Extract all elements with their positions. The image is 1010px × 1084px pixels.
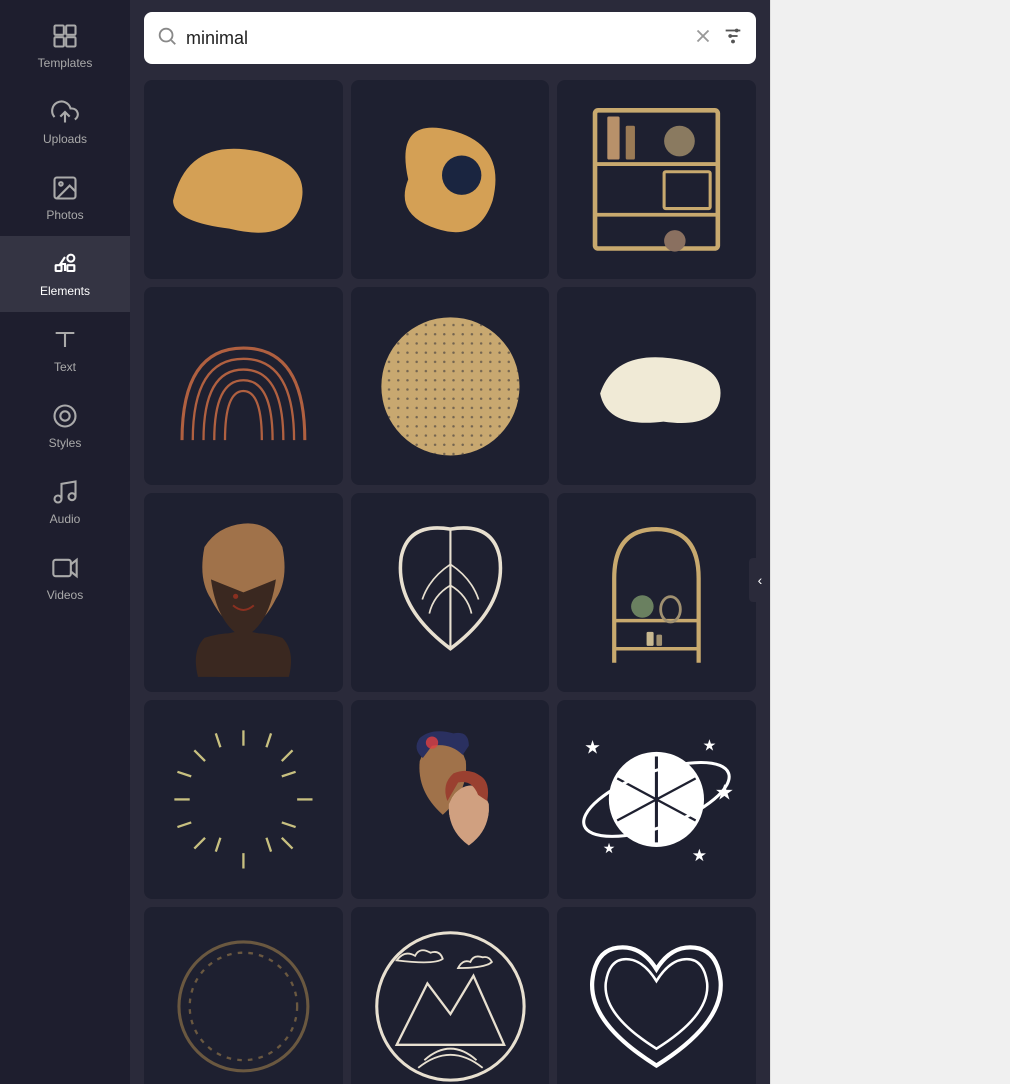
sidebar-label-photos: Photos [46,208,83,222]
element-bookshelf[interactable] [557,80,756,279]
sidebar-label-text: Text [54,360,76,374]
sidebar-label-videos: Videos [47,588,83,602]
element-leaf-blob[interactable] [144,80,343,279]
sidebar-label-templates: Templates [38,56,93,70]
svg-text:★: ★ [703,737,717,754]
search-bar [144,12,756,64]
sidebar-item-audio[interactable]: Audio [0,464,130,540]
sidebar-item-templates[interactable]: Templates [0,8,130,84]
main-panel: ★ ★ ★ ★ ★ [130,0,770,1084]
sidebar-item-photos[interactable]: Photos [0,160,130,236]
text-icon [51,326,79,354]
svg-text:★: ★ [585,736,602,757]
element-mountain-scene[interactable] [351,907,550,1084]
sidebar-label-styles: Styles [49,436,82,450]
elements-icon [51,250,79,278]
element-abstract-flower[interactable] [351,80,550,279]
clear-search-icon[interactable] [692,25,714,52]
sidebar-item-videos[interactable]: Videos [0,540,130,616]
element-leaf-outline[interactable] [351,493,550,692]
element-cream-blob[interactable] [557,287,756,486]
elements-grid-container: ★ ★ ★ ★ ★ [130,76,770,1084]
element-heart-outline[interactable] [557,907,756,1084]
sidebar-item-uploads[interactable]: Uploads [0,84,130,160]
sidebar: Templates Uploads Photos Elements [0,0,130,1084]
right-panel [770,0,1010,1084]
svg-text:★: ★ [603,840,615,856]
element-two-women[interactable] [351,700,550,899]
search-input[interactable] [186,28,684,49]
svg-text:★: ★ [692,846,707,865]
element-planet[interactable]: ★ ★ ★ ★ ★ [557,700,756,899]
templates-icon [51,22,79,50]
element-radial-lines[interactable] [144,700,343,899]
elements-grid: ★ ★ ★ ★ ★ [144,80,756,1084]
svg-text:★: ★ [715,780,734,804]
element-circle-decoration[interactable] [144,907,343,1084]
element-dotted-circle[interactable] [351,287,550,486]
sidebar-label-elements: Elements [40,284,90,298]
sidebar-item-text[interactable]: Text [0,312,130,388]
videos-icon [51,554,79,582]
sidebar-item-styles[interactable]: Styles [0,388,130,464]
styles-icon [51,402,79,430]
audio-icon [51,478,79,506]
element-arch-lines[interactable] [144,287,343,486]
filter-icon[interactable] [722,25,744,52]
element-arch-shelf[interactable] [557,493,756,692]
element-woman-portrait[interactable] [144,493,343,692]
collapse-panel-button[interactable]: ‹ [749,558,770,602]
search-icon [156,25,178,52]
uploads-icon [51,98,79,126]
sidebar-item-elements[interactable]: Elements [0,236,130,312]
sidebar-label-audio: Audio [50,512,81,526]
sidebar-label-uploads: Uploads [43,132,87,146]
photos-icon [51,174,79,202]
